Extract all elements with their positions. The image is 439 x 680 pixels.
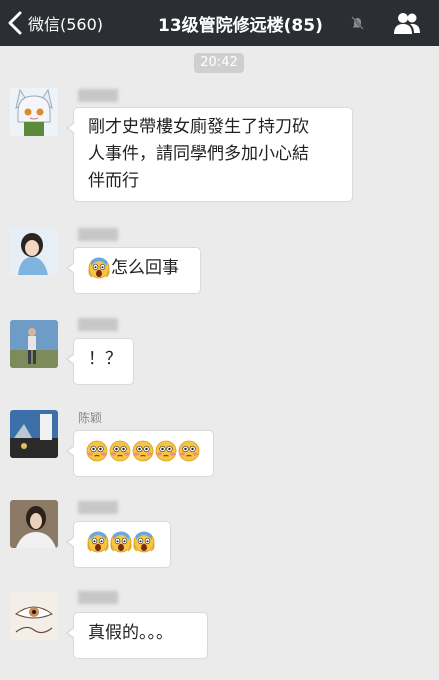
back-label: 微信(560) (28, 15, 104, 34)
message-text: ！？ (88, 349, 122, 369)
chat-title: 13级管院修远楼(85) (158, 15, 323, 36)
scream-emoji (87, 531, 109, 553)
message-text: 真假的。。。 (88, 623, 173, 643)
scream-emoji (133, 531, 155, 553)
sender-name-blurred (78, 318, 118, 331)
timestamp: 20:42 (194, 53, 244, 73)
avatar[interactable] (10, 320, 58, 368)
message-text: 怎么回事 (111, 258, 179, 278)
sender-name-blurred (78, 89, 118, 102)
avatar[interactable] (10, 410, 58, 458)
group-members-icon[interactable] (393, 10, 421, 36)
avatar[interactable] (10, 500, 58, 548)
scream-emoji (110, 531, 132, 553)
avatar[interactable] (10, 592, 58, 640)
sender-name-blurred (78, 501, 118, 514)
flushed-emoji (132, 440, 154, 462)
sender-name: 陈颖 (78, 411, 103, 425)
message-text: 伴而行 (88, 171, 139, 191)
message-bubble[interactable] (66, 521, 171, 568)
message-bubble[interactable]: 真假的。。。 (66, 612, 208, 659)
message-text: 人事件，請同學們多加小心結 (88, 144, 309, 164)
back-button[interactable]: 微信(560) (6, 8, 103, 38)
sender-name-blurred (78, 228, 118, 241)
mute-bell-icon (351, 16, 364, 30)
message-bubble[interactable]: 剛才史帶樓女廁發生了持刀砍 人事件，請同學們多加小心結 伴而行 (66, 107, 353, 202)
message-bubble[interactable]: 怎么回事 (66, 247, 201, 294)
message-bubble[interactable] (66, 430, 214, 477)
message-text: 剛才史帶樓女廁發生了持刀砍 (88, 117, 309, 137)
flushed-emoji (155, 440, 177, 462)
avatar[interactable] (10, 88, 58, 136)
top-bar: 微信(560) 13级管院修远楼(85) (0, 0, 439, 46)
scream-emoji (88, 257, 110, 279)
sender-name-blurred (78, 591, 118, 604)
message-bubble[interactable]: ！？ (66, 338, 134, 385)
flushed-emoji (109, 440, 131, 462)
avatar[interactable] (10, 227, 58, 275)
chevron-left-icon (8, 11, 22, 35)
flushed-emoji (86, 440, 108, 462)
flushed-emoji (178, 440, 200, 462)
